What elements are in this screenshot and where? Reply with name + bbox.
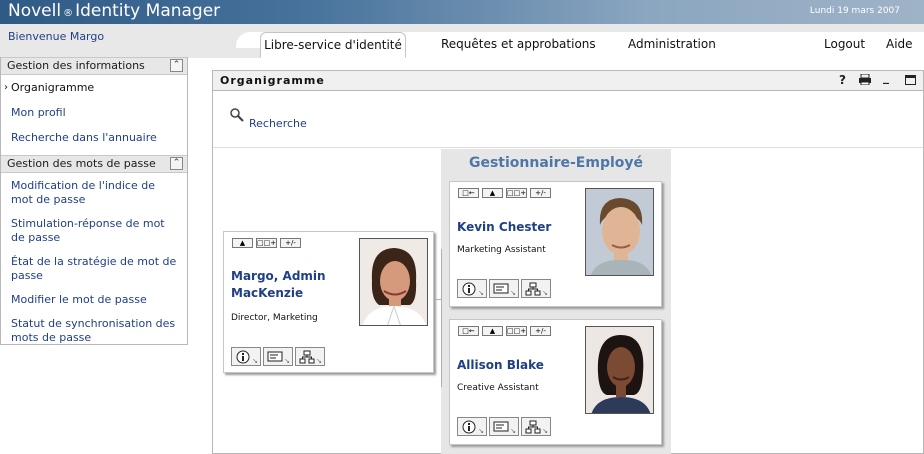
orgchart-portlet: Organigramme ? _ Recherche ▲ □□+ +/- Mar… [212, 70, 924, 454]
person-photo[interactable] [585, 326, 654, 414]
email-icon[interactable]: ↘ [489, 417, 519, 436]
sidebar: Gestion des informations ⌃ Organigramme … [0, 57, 188, 345]
tab-administration[interactable]: Administration [628, 37, 716, 51]
help-link[interactable]: Aide [886, 37, 913, 51]
person-title: Creative Assistant [457, 383, 539, 393]
person-photo[interactable] [585, 188, 654, 276]
person-name[interactable]: Margo, Admin MacKenzie [231, 268, 336, 302]
minimize-icon[interactable]: _ [883, 70, 889, 84]
product-logo: Novell ® Identity Manager [8, 1, 220, 21]
card-action-bar: □← ▲ □□+ +/- [458, 188, 551, 198]
sidebar-item-organigramme[interactable]: Organigramme [1, 79, 187, 97]
tab-requetes[interactable]: Requêtes et approbations [441, 37, 596, 51]
sidebar-item-mon-profil[interactable]: Mon profil [1, 104, 187, 122]
up-arrow-icon[interactable]: ▲ [482, 326, 503, 336]
person-title: Marketing Assistant [457, 245, 546, 255]
portlet-titlebar: Organigramme ? _ [213, 70, 923, 91]
collapse-icon[interactable]: ⌃ [170, 59, 183, 72]
back-arrow-icon[interactable]: □← [458, 326, 479, 336]
email-icon[interactable]: ↘ [489, 279, 519, 298]
card-action-bar: ▲ □□+ +/- [232, 238, 301, 248]
hierarchy-expand-icon[interactable]: □□+ [256, 238, 277, 248]
welcome-text: Bienvenue Margo [0, 24, 236, 48]
divider [213, 147, 923, 148]
navigation-bar: Bienvenue Margo Libre-service d'identité… [0, 24, 924, 58]
sidebar-item-recherche[interactable]: Recherche dans l'annuaire [1, 129, 187, 147]
hierarchy-expand-icon[interactable]: □□+ [506, 326, 527, 336]
person-name[interactable]: Kevin Chester [457, 219, 551, 236]
sidebar-section-info: Gestion des informations ⌃ [1, 57, 187, 75]
person-name[interactable]: Allison Blake [457, 357, 544, 374]
sidebar-section-title: Gestion des mots de passe [7, 157, 156, 170]
employee-card: □← ▲ □□+ +/- Kevin Chester Marketing Ass… [449, 181, 662, 307]
back-arrow-icon[interactable]: □← [458, 188, 479, 198]
brand-registered: ® [63, 8, 74, 19]
group-title: Gestionnaire-Employé [468, 155, 644, 171]
toggle-icon[interactable]: +/- [530, 326, 551, 336]
sidebar-item-challenge-response[interactable]: Stimulation-réponse de mot de passe [1, 215, 187, 247]
search-link[interactable]: Recherche [249, 117, 307, 130]
product-name: Identity Manager [75, 1, 221, 21]
sidebar-item-policy-status[interactable]: État de la stratégie de mot de passe [1, 253, 187, 285]
sidebar-section-passwords: Gestion des mots de passe ⌃ [1, 155, 187, 173]
card-buttons: ↘ ↘ ↘ [231, 347, 325, 366]
sidebar-item-sync-status[interactable]: Statut de synchronisation des mots de pa… [1, 315, 187, 347]
connector-line [435, 299, 441, 300]
connector-line [441, 249, 442, 387]
info-icon[interactable]: ↘ [231, 347, 261, 366]
card-action-bar: □← ▲ □□+ +/- [458, 326, 551, 336]
toggle-icon[interactable]: +/- [280, 238, 301, 248]
search-icon[interactable] [229, 107, 244, 122]
app-root: Novell ® Identity Manager Lundi 19 mars 20… [0, 0, 924, 454]
employee-card: □← ▲ □□+ +/- Allison Blake Creative Assi… [449, 319, 662, 445]
orgchart-icon[interactable]: ↘ [295, 347, 325, 366]
orgchart-icon[interactable]: ↘ [521, 417, 551, 436]
print-icon[interactable] [859, 73, 871, 88]
email-icon[interactable]: ↘ [263, 347, 293, 366]
manager-card: ▲ □□+ +/- Margo, Admin MacKenzie Directo… [223, 231, 434, 373]
portlet-title: Organigramme [220, 74, 325, 87]
sidebar-item-change-password[interactable]: Modifier le mot de passe [1, 291, 187, 309]
maximize-icon[interactable] [905, 74, 916, 88]
hierarchy-expand-icon[interactable]: □□+ [506, 188, 527, 198]
brand-name: Novell [8, 1, 62, 21]
current-date: Lundi 19 mars 2007 [809, 6, 900, 16]
person-photo[interactable] [359, 238, 428, 326]
help-icon[interactable]: ? [839, 73, 846, 87]
tab-libre-service[interactable]: Libre-service d'identité [260, 32, 406, 58]
collapse-icon[interactable]: ⌃ [170, 157, 183, 170]
toggle-icon[interactable]: +/- [530, 188, 551, 198]
top-banner: Novell ® Identity Manager Lundi 19 mars 20… [0, 0, 924, 24]
person-title: Director, Marketing [231, 313, 318, 323]
info-icon[interactable]: ↘ [457, 417, 487, 436]
sidebar-item-password-hint[interactable]: Modification de l'indice de mot de passe [1, 177, 187, 209]
logout-link[interactable]: Logout [824, 37, 865, 51]
card-buttons: ↘ ↘ ↘ [457, 279, 551, 298]
up-arrow-icon[interactable]: ▲ [232, 238, 253, 248]
orgchart-icon[interactable]: ↘ [521, 279, 551, 298]
card-buttons: ↘ ↘ ↘ [457, 417, 551, 436]
up-arrow-icon[interactable]: ▲ [482, 188, 503, 198]
info-icon[interactable]: ↘ [457, 279, 487, 298]
sidebar-section-title: Gestion des informations [7, 59, 145, 72]
